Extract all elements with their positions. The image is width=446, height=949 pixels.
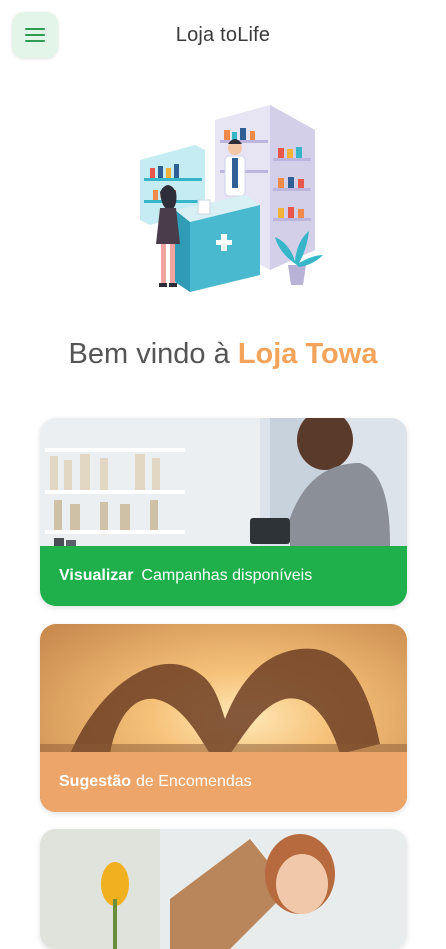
- order-suggestion-action: Sugestão: [59, 773, 132, 790]
- campaigns-card[interactable]: Visualizar Campanhas disponíveis: [40, 418, 407, 606]
- campaigns-action: Visualizar: [59, 567, 134, 584]
- page-title: Loja toLife: [175, 24, 271, 46]
- app-header: Loja toLife: [0, 0, 446, 76]
- third-card[interactable]: [40, 829, 407, 949]
- campaigns-card-label: Visualizar Campanhas disponíveis: [40, 546, 407, 606]
- welcome-prefix: Bem vindo à: [68, 338, 238, 370]
- order-suggestion-text: de Encomendas: [136, 773, 252, 790]
- order-suggestion-card-label: Sugestão de Encomendas: [40, 752, 407, 812]
- store-name: Loja Towa: [237, 338, 378, 370]
- pharmacy-illustration: [140, 105, 323, 292]
- campaigns-text: Campanhas disponíveis: [141, 567, 313, 584]
- order-suggestion-card[interactable]: Sugestão de Encomendas: [40, 624, 407, 812]
- welcome-heading: Bem vindo à Loja Towa: [0, 338, 446, 371]
- woman-with-box-photo: [40, 829, 407, 949]
